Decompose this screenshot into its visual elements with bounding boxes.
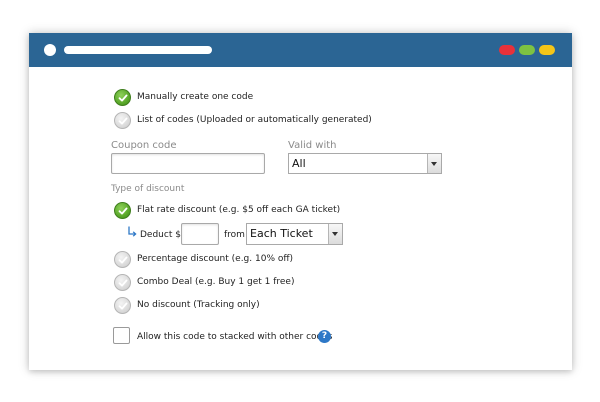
app-window: Manually create one code List of codes (…	[29, 33, 572, 370]
valid-with-label: Valid with	[288, 140, 337, 151]
radio-flat-rate[interactable]	[114, 202, 131, 219]
chevron-down-icon[interactable]	[427, 154, 441, 173]
checkmark-icon	[118, 94, 128, 102]
radio-no-discount-label: No discount (Tracking only)	[137, 300, 260, 310]
deduct-amount-input[interactable]	[181, 223, 219, 245]
deduct-from-label: from	[224, 230, 245, 240]
radio-no-discount[interactable]	[114, 297, 131, 314]
radio-percentage-label: Percentage discount (e.g. 10% off)	[137, 254, 294, 264]
radio-percentage[interactable]	[114, 251, 131, 268]
checkmark-icon	[118, 302, 128, 310]
radio-combo-deal-label: Combo Deal (e.g. Buy 1 get 1 free)	[137, 277, 295, 287]
deduct-from-select[interactable]: Each Ticket	[246, 223, 343, 245]
checkmark-icon	[118, 117, 128, 125]
help-icon[interactable]: ?	[318, 330, 331, 343]
valid-with-value: All	[292, 157, 306, 170]
chevron-down-icon[interactable]	[328, 224, 342, 244]
deduct-from-value: Each Ticket	[250, 227, 313, 240]
radio-list-of-codes-label: List of codes (Uploaded or automatically…	[137, 115, 372, 125]
close-window-button[interactable]	[499, 45, 515, 55]
discount-type-label: Type of discount	[111, 184, 185, 194]
deduct-label: Deduct $	[140, 230, 181, 240]
titlebar	[29, 33, 572, 67]
stacking-checkbox[interactable]	[113, 327, 130, 344]
maximize-window-button[interactable]	[519, 45, 535, 55]
stacking-label: Allow this code to stacked with other co…	[137, 332, 333, 342]
sub-arrow-icon	[128, 226, 137, 237]
titlebar-placeholder-bar	[64, 46, 212, 54]
checkmark-icon	[118, 207, 128, 215]
radio-manual-code-label: Manually create one code	[137, 92, 254, 102]
radio-list-of-codes[interactable]	[114, 112, 131, 129]
checkmark-icon	[118, 256, 128, 264]
minimize-window-button[interactable]	[539, 45, 555, 55]
titlebar-dot-icon	[44, 44, 56, 56]
radio-manual-code[interactable]	[114, 89, 131, 106]
valid-with-select[interactable]: All	[288, 153, 442, 174]
radio-combo-deal[interactable]	[114, 274, 131, 291]
radio-flat-rate-label: Flat rate discount (e.g. $5 off each GA …	[137, 205, 341, 215]
coupon-code-label: Coupon code	[111, 140, 177, 151]
checkmark-icon	[118, 279, 128, 287]
coupon-code-input[interactable]	[111, 153, 265, 174]
